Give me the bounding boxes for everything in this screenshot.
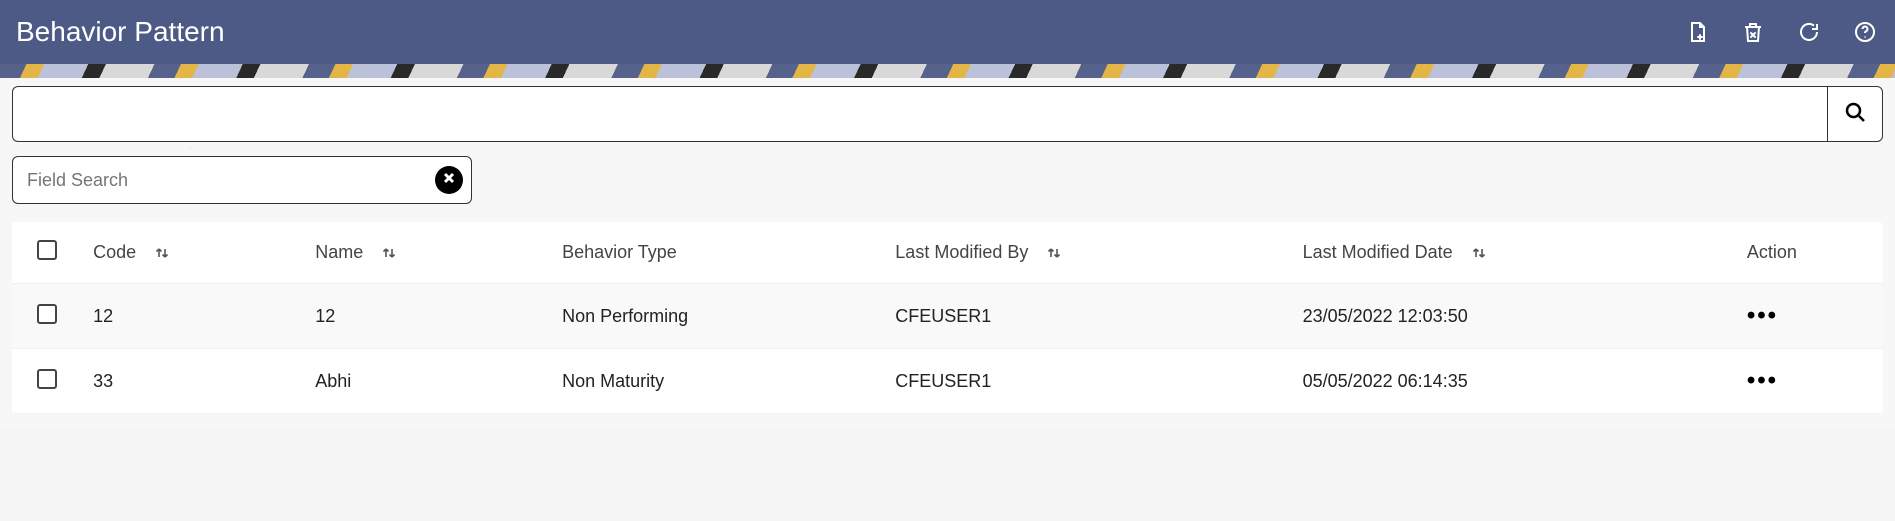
- cell-code: 12: [81, 284, 303, 349]
- col-label: Last Modified Date: [1303, 242, 1453, 262]
- app-header: Behavior Pattern: [0, 0, 1895, 64]
- table-row: 12 12 Non Performing CFEUSER1 23/05/2022…: [12, 284, 1883, 349]
- cell-behavior-type: Non Maturity: [550, 349, 883, 414]
- row-actions-menu[interactable]: •••: [1747, 367, 1778, 394]
- sort-icon[interactable]: [155, 245, 169, 261]
- clear-field-search-button[interactable]: [435, 166, 463, 194]
- refresh-icon[interactable]: [1795, 18, 1823, 46]
- col-header-last-modified-by[interactable]: Last Modified By: [883, 222, 1290, 284]
- sort-icon[interactable]: [1472, 245, 1486, 261]
- cell-last-modified-date: 23/05/2022 12:03:50: [1291, 284, 1735, 349]
- col-header-code[interactable]: Code: [81, 222, 303, 284]
- cell-last-modified-by: CFEUSER1: [883, 284, 1290, 349]
- col-header-behavior-type[interactable]: Behavior Type: [550, 222, 883, 284]
- results-table: Code Name Behavior Type: [12, 222, 1883, 414]
- row-actions-menu[interactable]: •••: [1747, 302, 1778, 329]
- page-title: Behavior Pattern: [16, 16, 225, 48]
- search-icon: [1843, 100, 1867, 129]
- row-checkbox[interactable]: [37, 304, 57, 324]
- cell-name: Abhi: [303, 349, 550, 414]
- col-label: Name: [315, 242, 363, 262]
- cell-last-modified-by: CFEUSER1: [883, 349, 1290, 414]
- cell-name: 12: [303, 284, 550, 349]
- field-search: [12, 156, 472, 204]
- sort-icon[interactable]: [1047, 245, 1061, 261]
- content-area: Code Name Behavior Type: [0, 78, 1895, 430]
- col-label: Behavior Type: [562, 242, 677, 262]
- search-bar: [12, 86, 1883, 142]
- decorative-strip: [0, 64, 1895, 78]
- row-checkbox[interactable]: [37, 369, 57, 389]
- table-row: 33 Abhi Non Maturity CFEUSER1 05/05/2022…: [12, 349, 1883, 414]
- sort-icon[interactable]: [382, 245, 396, 261]
- cell-last-modified-date: 05/05/2022 06:14:35: [1291, 349, 1735, 414]
- results-table-card: Code Name Behavior Type: [12, 222, 1883, 414]
- search-button[interactable]: [1827, 86, 1883, 142]
- cell-code: 33: [81, 349, 303, 414]
- header-actions: [1683, 18, 1879, 46]
- col-label: Code: [93, 242, 136, 262]
- col-header-name[interactable]: Name: [303, 222, 550, 284]
- select-all-checkbox[interactable]: [37, 240, 57, 260]
- cell-behavior-type: Non Performing: [550, 284, 883, 349]
- close-icon: [442, 171, 456, 190]
- new-document-icon[interactable]: [1683, 18, 1711, 46]
- col-header-action: Action: [1735, 222, 1883, 284]
- trash-icon[interactable]: [1739, 18, 1767, 46]
- field-search-input[interactable]: [13, 157, 435, 203]
- table-header-row: Code Name Behavior Type: [12, 222, 1883, 284]
- col-label: Last Modified By: [895, 242, 1028, 262]
- col-header-last-modified-date[interactable]: Last Modified Date: [1291, 222, 1735, 284]
- col-label: Action: [1747, 242, 1797, 262]
- help-icon[interactable]: [1851, 18, 1879, 46]
- search-input[interactable]: [12, 86, 1827, 142]
